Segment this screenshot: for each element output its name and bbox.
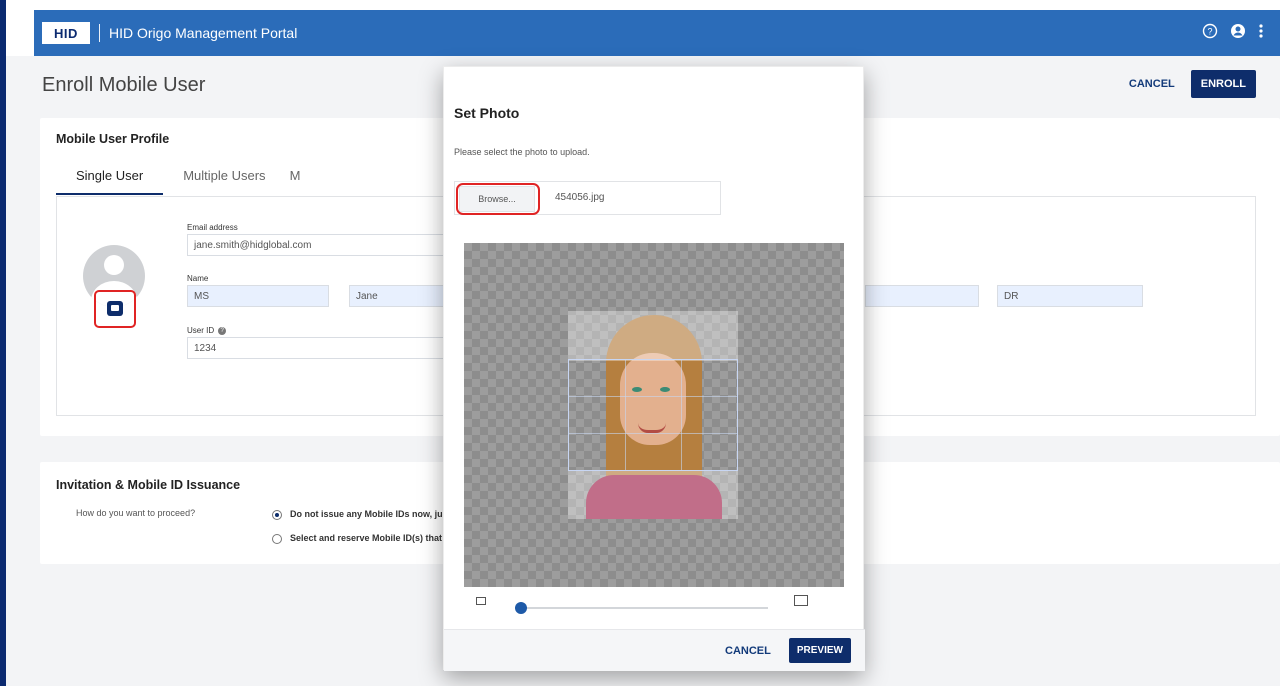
suffix-field[interactable]: DR [997,285,1143,307]
zoom-control [476,595,816,619]
invitation-question: How do you want to proceed? [76,508,196,518]
radio-no-issue-label: Do not issue any Mobile IDs now, jus [290,509,448,519]
header-icons: ? [1202,23,1264,44]
radio-reserve-label: Select and reserve Mobile ID(s) that [290,533,443,543]
profile-card-title: Mobile User Profile [56,132,170,146]
tab-single-user[interactable]: Single User [56,162,164,195]
userid-label-text: User ID [187,326,215,335]
crop-grid-line [681,359,682,471]
app-title: HID Origo Management Portal [109,25,298,41]
set-photo-dialog: Set Photo Please select the photo to upl… [443,66,865,671]
crop-canvas[interactable] [464,243,844,587]
crop-mask-bottom [568,471,738,519]
dialog-footer: CANCEL PREVIEW [444,629,865,671]
zoom-slider-thumb[interactable] [515,602,528,614]
profile-tabs: Single User Multiple Users M [56,162,320,195]
userid-field[interactable]: 1234 [187,337,445,359]
enroll-button[interactable]: ENROLL [1190,70,1256,98]
crop-grid-line [625,359,626,471]
page-actions: CANCEL ENROLL [1123,70,1256,98]
email-field[interactable]: jane.smith@hidglobal.com [187,234,445,256]
highlight-outline [456,183,540,215]
avatar-head [104,255,124,275]
photo-preview [568,311,738,519]
zoom-slider-track[interactable] [516,607,768,609]
dialog-subtitle: Please select the photo to upload. [454,147,590,157]
crop-mask-top [568,311,738,361]
header-divider [99,24,100,42]
crop-selection[interactable] [568,359,738,471]
tab-multiple-users[interactable]: Multiple Users [163,162,285,195]
help-icon[interactable]: ? [218,326,227,335]
title-field[interactable]: MS [187,285,329,307]
camera-icon[interactable] [107,301,123,316]
account-icon[interactable] [1230,23,1246,44]
radio-no-issue[interactable] [272,510,282,520]
help-icon[interactable]: ? [1202,23,1218,44]
preview-button[interactable]: PREVIEW [788,638,851,663]
svg-text:?: ? [1207,26,1212,36]
file-name: 454056.jpg [555,192,605,203]
tab-partial[interactable]: M [286,162,321,195]
image-small-icon [476,597,486,605]
page-title: Enroll Mobile User [42,74,206,96]
crop-grid-line [568,433,738,434]
userid-label: User ID? [187,326,227,335]
app-frame: HID HID Origo Management Portal ? Enroll… [0,0,1280,686]
app-header: HID HID Origo Management Portal ? [34,10,1280,56]
radio-reserve[interactable] [272,534,282,544]
name-label: Name [187,274,209,283]
dialog-actions: CANCEL PREVIEW [719,638,851,663]
cancel-button[interactable]: CANCEL [1123,74,1181,94]
invitation-title: Invitation & Mobile ID Issuance [56,478,241,492]
first-name-field[interactable]: Jane [349,285,445,307]
more-vert-icon[interactable] [1258,23,1264,44]
last-name-field[interactable] [865,285,979,307]
hid-logo: HID [42,22,90,44]
image-large-icon [794,595,808,606]
email-label: Email address [187,223,238,232]
dialog-cancel-button[interactable]: CANCEL [719,641,777,661]
dialog-title: Set Photo [454,105,520,121]
crop-grid-line [568,396,738,397]
